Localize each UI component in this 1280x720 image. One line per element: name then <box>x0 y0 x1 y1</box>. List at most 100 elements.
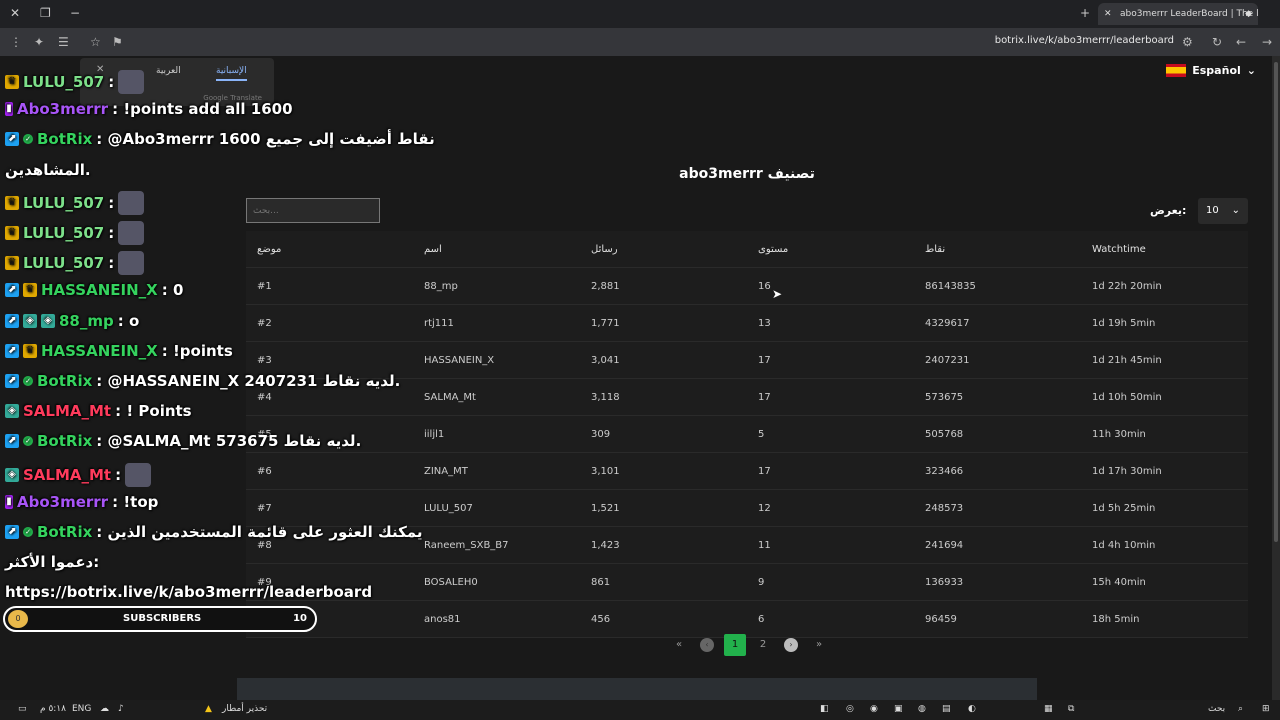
column-header[interactable]: موضع <box>246 244 413 255</box>
table-cell: 505768 <box>925 428 964 440</box>
subscribers-bar: 0 SUBSCRIBERS 10 <box>3 606 317 632</box>
next-page-button[interactable]: › <box>784 638 798 652</box>
table-cell: 573675 <box>925 391 964 403</box>
translate-icon[interactable]: ⚑ <box>112 35 123 49</box>
table-cell: 11 <box>758 539 771 551</box>
table-cell: 18h 5min <box>1092 613 1140 625</box>
entries-label: يعرض: <box>1150 204 1187 217</box>
chat-text: : 0 <box>161 281 184 300</box>
browser-tab[interactable]: ✕ abo3merrr LeaderBoard | The l... ◆ <box>1098 3 1258 25</box>
table-cell: 9 <box>758 576 765 588</box>
taskbar-search[interactable]: بحث <box>1208 704 1225 714</box>
bookmark-star-icon[interactable]: ☆ <box>90 35 101 49</box>
menu-dots-icon[interactable]: ⋮ <box>10 35 22 49</box>
folder-icon[interactable]: ▤ <box>942 704 951 714</box>
keyboard-language[interactable]: ENG <box>72 704 91 714</box>
chat-text: : o <box>117 311 140 330</box>
reload-icon[interactable]: ↻ <box>1212 35 1222 49</box>
table-cell: 2,881 <box>591 280 620 292</box>
table-cell: 15h 40min <box>1092 576 1146 588</box>
chat-username: BotRix <box>37 372 93 390</box>
chat-message: ⬈ ◈ ◈ 88_mp: o <box>5 312 139 330</box>
chat-username: LULU_507 <box>23 254 105 273</box>
page-title: abo3merrr تصنيف <box>679 166 815 182</box>
chrome-icon[interactable]: ◉ <box>870 704 878 714</box>
pagination: « ‹ 1 2 › » <box>668 634 830 656</box>
table-cell: 241694 <box>925 539 964 551</box>
table-row: #1 88_mp 2,881 16 86143835 1d 22h 20min <box>246 268 1248 305</box>
column-header[interactable]: رسائل <box>580 244 747 255</box>
table-cell: 1d 4h 10min <box>1092 539 1156 551</box>
prev-page-button[interactable]: ‹ <box>700 638 714 652</box>
chat-text: : !points <box>161 341 233 360</box>
table-cell: 11h 30min <box>1092 428 1146 440</box>
network-icon[interactable]: ☁ <box>100 704 109 714</box>
app-icon[interactable]: ◎ <box>846 704 854 714</box>
chat-username: BotRix <box>37 432 93 451</box>
restore-window-icon[interactable]: ❐ <box>40 6 51 20</box>
url-text[interactable]: botrix.live/k/abo3merrr/leaderboard <box>995 35 1174 46</box>
extensions-icon[interactable]: ✦ <box>34 35 44 49</box>
chat-text: : <box>108 73 115 91</box>
table-cell: rtj111 <box>424 317 454 329</box>
table-cell: 1d 22h 20min <box>1092 280 1162 292</box>
tab-close-icon[interactable]: ✕ <box>1104 3 1112 25</box>
last-page-button[interactable]: » <box>808 634 830 656</box>
app-icon[interactable]: ◍ <box>918 704 926 714</box>
table-row: #10anos8145669645918h 5min <box>246 601 1248 638</box>
translate-lang-spanish[interactable]: الإسبانية <box>216 66 247 81</box>
table-cell: 1,771 <box>591 317 620 329</box>
start-icon[interactable]: ⊞ <box>1262 704 1270 714</box>
table-cell: 1,521 <box>591 502 620 514</box>
app-icon[interactable]: ▣ <box>894 704 903 714</box>
table-cell: LULU_507 <box>424 502 473 514</box>
column-header[interactable]: مستوى <box>747 244 914 255</box>
column-header[interactable]: Watchtime <box>1081 244 1248 255</box>
language-selector[interactable]: Español ⌄ <box>1166 64 1256 77</box>
forward-icon[interactable]: → <box>1262 35 1272 49</box>
chat-username: Abo3merrr <box>17 492 109 511</box>
chat-text: المشاهدين. <box>5 160 91 179</box>
app-icon[interactable]: ◧ <box>820 704 829 714</box>
clock[interactable]: ٥:١٨ م <box>40 704 66 714</box>
site-settings-icon[interactable]: ⚙ <box>1182 35 1193 49</box>
notification-icon[interactable]: ▭ <box>18 704 27 714</box>
table-cell: #7 <box>257 502 272 514</box>
minimize-window-icon[interactable]: − <box>70 6 80 20</box>
edge-icon[interactable]: ◐ <box>968 704 976 714</box>
new-tab-icon[interactable]: + <box>1080 6 1090 20</box>
page-1-button[interactable]: 1 <box>724 634 746 656</box>
task-view-icon[interactable]: ⧉ <box>1068 704 1074 714</box>
column-header[interactable]: اسم <box>413 244 580 255</box>
column-header[interactable]: نقاط <box>914 244 1081 255</box>
back-icon[interactable]: ← <box>1236 35 1246 49</box>
scrollbar-thumb[interactable] <box>1274 62 1278 542</box>
first-page-button[interactable]: « <box>668 634 690 656</box>
chevron-down-icon: ⌄ <box>1246 64 1256 77</box>
table-cell: 1d 5h 25min <box>1092 502 1156 514</box>
bot-badge-icon: ⬈ <box>5 374 19 388</box>
crown-badge-icon: ♛ <box>23 343 37 358</box>
search-icon[interactable]: ⌕ <box>1238 704 1243 714</box>
table-row: #6 ZINA_MT 3,101 17 323466 1d 17h 30min <box>246 453 1248 490</box>
table-row: #9 BOSALEH0 861 9 136933 15h 40min <box>246 564 1248 601</box>
gift-badge-icon: ◈ <box>5 467 19 482</box>
chat-text: : <box>108 224 115 242</box>
chat-message: دعموا الأكثر: <box>5 553 99 571</box>
volume-icon[interactable]: ♪ <box>118 704 124 714</box>
entries-select[interactable]: 10 ⌄ <box>1198 198 1248 224</box>
bot-badge-icon: ⬈ <box>5 434 19 449</box>
customize-icon[interactable]: ☰ <box>58 35 69 49</box>
close-window-icon[interactable]: ✕ <box>10 6 20 20</box>
crown-badge-icon: ♛ <box>23 283 37 298</box>
table-cell: 323466 <box>925 465 964 477</box>
chat-message: ◈ SALMA_Mt: ! Points <box>5 402 192 420</box>
table-cell: 86143835 <box>925 280 976 292</box>
search-input[interactable] <box>246 198 380 223</box>
table-cell: 12 <box>758 502 771 514</box>
translate-lang-arabic[interactable]: العربية <box>156 66 181 76</box>
page-2-button[interactable]: 2 <box>752 634 774 656</box>
app-icon[interactable]: ▦ <box>1044 704 1053 714</box>
weather-text[interactable]: تحذير أمطار <box>222 704 267 714</box>
bottom-banner <box>237 678 1037 700</box>
